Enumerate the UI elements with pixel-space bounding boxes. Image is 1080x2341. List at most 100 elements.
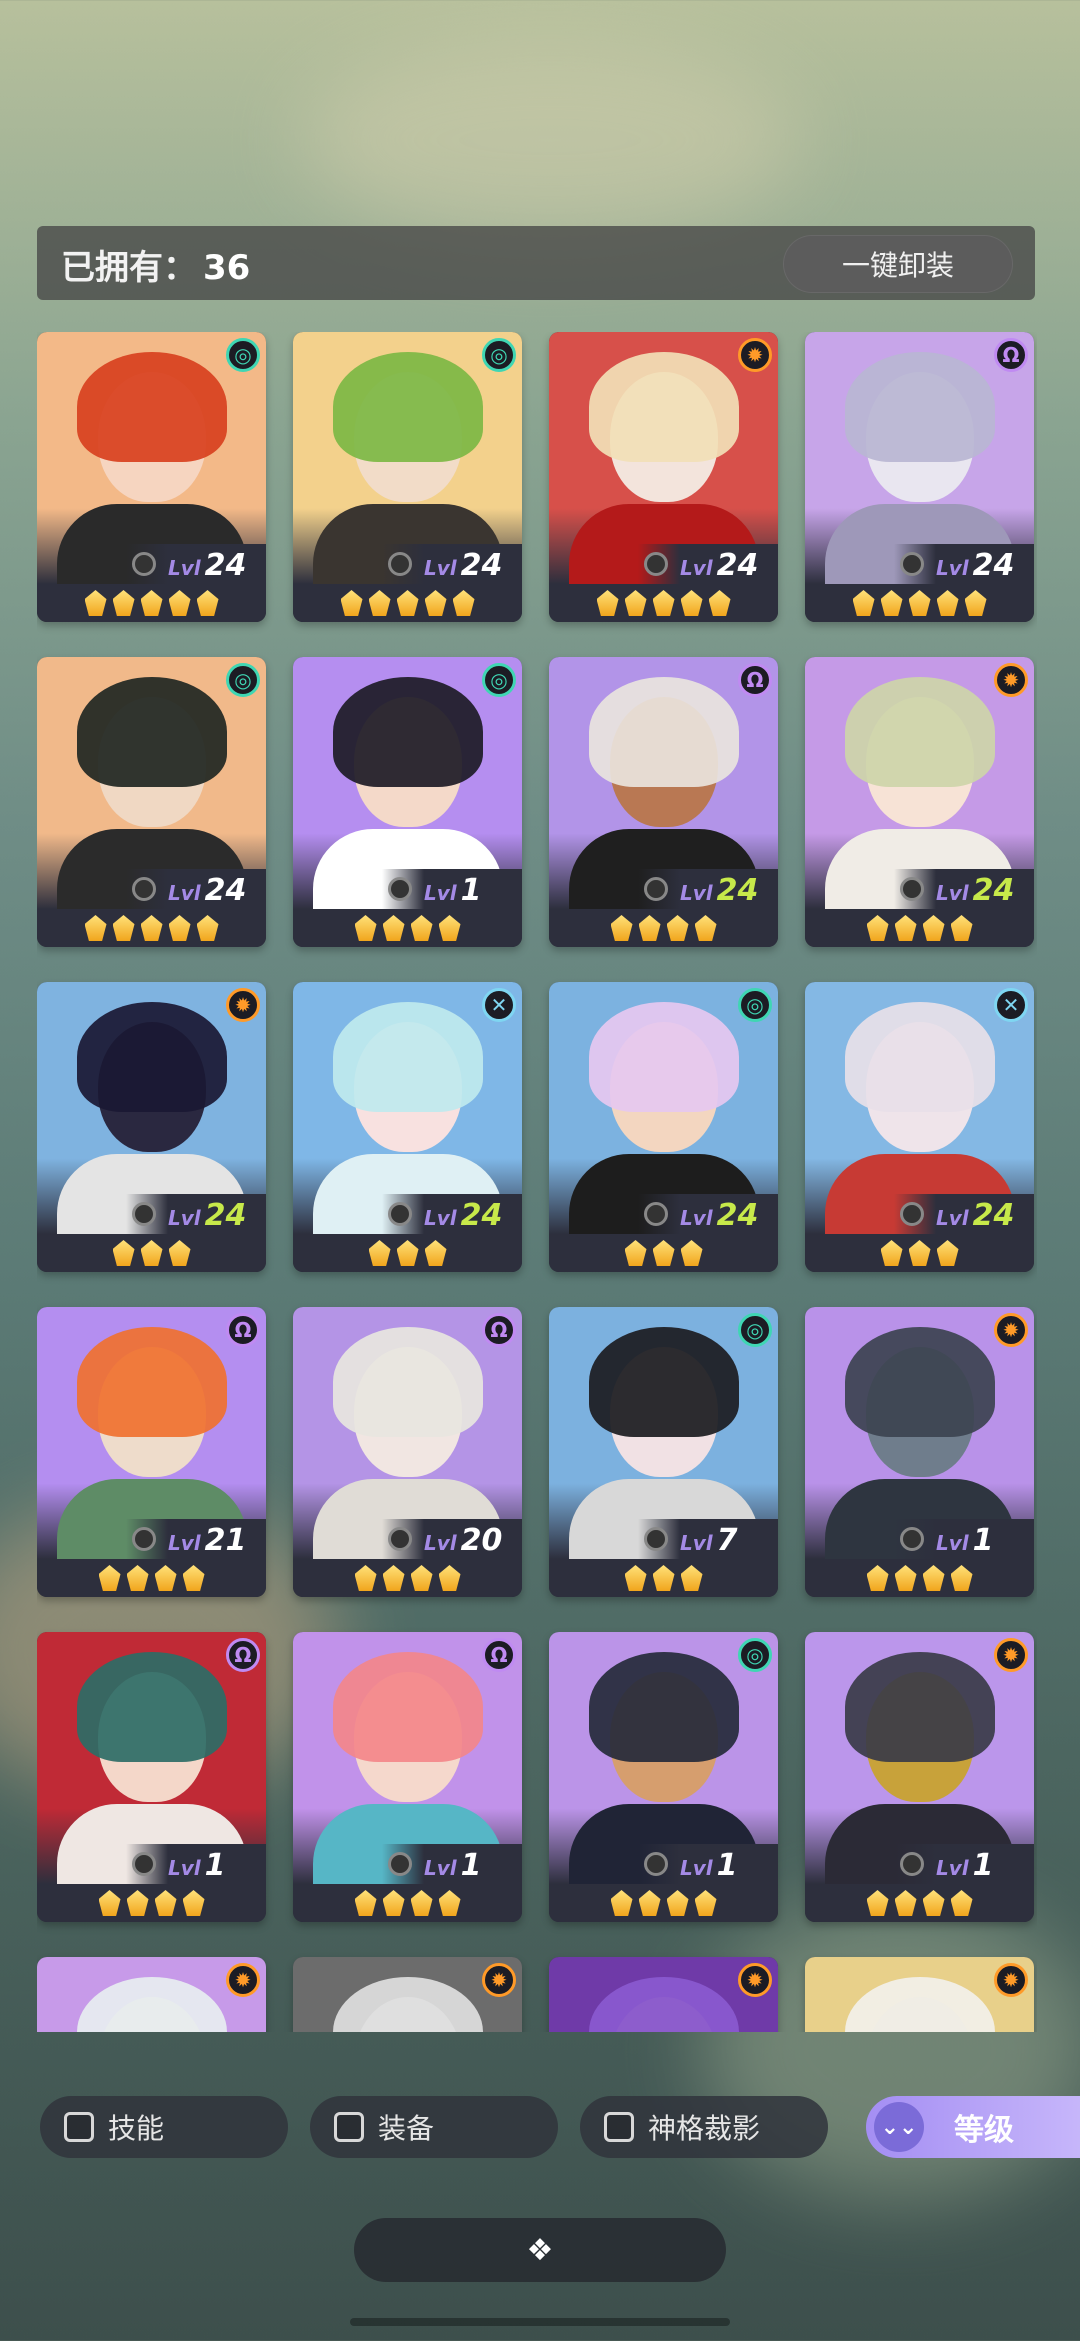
star-icon — [922, 1565, 945, 1591]
level-text: Lvl 24 — [680, 548, 758, 583]
level-number: 24 — [972, 873, 1015, 908]
filter-skill-label: 技能 — [108, 2112, 165, 2145]
star-icon — [410, 1890, 433, 1916]
divine-shadow-checkbox[interactable] — [604, 2112, 634, 2142]
character-card[interactable]: ✹ Lvl 24 — [549, 332, 778, 622]
star-icon — [382, 1890, 405, 1916]
level-prefix: Lvl — [936, 556, 969, 580]
character-card[interactable]: Ω Lvl 20 — [293, 1307, 522, 1597]
level-text: Lvl 1 — [680, 1848, 738, 1883]
level-prefix: Lvl — [168, 1531, 201, 1555]
character-card[interactable]: ✹ — [805, 1957, 1034, 2032]
level-number: 1 — [460, 873, 482, 908]
star-icon — [638, 1890, 661, 1916]
character-card[interactable]: ✹ — [549, 1957, 778, 2032]
level-text: Lvl 24 — [424, 1198, 502, 1233]
star-icon — [168, 915, 191, 941]
level-text: Lvl 24 — [680, 1198, 758, 1233]
level-prefix: Lvl — [424, 1206, 457, 1230]
character-card[interactable]: ✹ Lvl 1 — [805, 1632, 1034, 1922]
character-card[interactable]: ◎ Lvl 1 — [549, 1632, 778, 1922]
star-icon — [694, 1890, 717, 1916]
character-card[interactable]: ✹ Lvl 1 — [805, 1307, 1034, 1597]
level-strip: Lvl 1 — [126, 1844, 266, 1884]
equipment-checkbox[interactable] — [334, 2112, 364, 2142]
character-card[interactable]: ✕ Lvl 24 — [293, 982, 522, 1272]
star-icon — [84, 915, 107, 941]
star-icon — [154, 1565, 177, 1591]
wind-element-icon: ◎ — [226, 338, 260, 372]
character-card[interactable]: Ω Lvl 24 — [805, 332, 1034, 622]
sun-element-icon: ✹ — [994, 663, 1028, 697]
level-strip: Lvl 1 — [894, 1519, 1034, 1559]
filter-skill-chip[interactable]: 技能 — [40, 2096, 288, 2158]
star-icon — [438, 1565, 461, 1591]
character-card[interactable]: ✹ — [293, 1957, 522, 2032]
equipment-ring-icon — [644, 877, 668, 901]
level-number: 24 — [460, 1198, 503, 1233]
level-text: Lvl 24 — [680, 873, 758, 908]
unequip-all-button[interactable]: 一键卸装 — [783, 235, 1013, 293]
level-prefix: Lvl — [424, 1856, 457, 1880]
bottom-tab-button[interactable]: ❖ — [354, 2218, 726, 2282]
diamond-grid-icon: ❖ — [526, 2232, 554, 2268]
star-rating — [37, 1884, 266, 1922]
star-icon — [680, 590, 703, 616]
filter-equipment-label: 装备 — [378, 2112, 435, 2145]
sort-level-label: 等级 — [954, 2113, 1014, 2148]
character-card[interactable]: ◎ Lvl 24 — [549, 982, 778, 1272]
character-card[interactable]: Ω Lvl 1 — [293, 1632, 522, 1922]
star-icon — [950, 1565, 973, 1591]
star-icon — [126, 1565, 149, 1591]
star-icon — [694, 915, 717, 941]
filter-divine-shadow-chip[interactable]: 神格裁影 — [580, 2096, 828, 2158]
character-card[interactable]: ✕ Lvl 24 — [805, 982, 1034, 1272]
star-icon — [182, 1890, 205, 1916]
wind-element-icon: ◎ — [738, 1638, 772, 1672]
character-card[interactable]: ✹ Lvl 24 — [37, 982, 266, 1272]
spirit-element-icon: Ω — [226, 1313, 260, 1347]
level-number: 24 — [716, 1198, 759, 1233]
star-icon — [880, 590, 903, 616]
character-card[interactable]: Ω Lvl 24 — [549, 657, 778, 947]
star-icon — [936, 1240, 959, 1266]
level-strip: Lvl 24 — [894, 544, 1034, 584]
equipment-ring-icon — [900, 1202, 924, 1226]
level-number: 1 — [460, 1848, 482, 1883]
star-icon — [196, 915, 219, 941]
level-strip: Lvl 1 — [894, 1844, 1034, 1884]
character-card[interactable]: ◎ Lvl 24 — [37, 657, 266, 947]
character-card[interactable]: Ω Lvl 1 — [37, 1632, 266, 1922]
level-number: 24 — [972, 548, 1015, 583]
star-icon — [438, 1890, 461, 1916]
star-icon — [866, 1890, 889, 1916]
character-card[interactable]: ◎ Lvl 1 — [293, 657, 522, 947]
character-card[interactable]: ◎ Lvl 7 — [549, 1307, 778, 1597]
spirit-element-icon: Ω — [738, 663, 772, 697]
character-card[interactable]: ✹ — [37, 1957, 266, 2032]
star-rating — [293, 1234, 522, 1272]
level-strip: Lvl 7 — [638, 1519, 778, 1559]
wind-element-icon: ◎ — [738, 988, 772, 1022]
equipment-ring-icon — [388, 1527, 412, 1551]
star-icon — [196, 590, 219, 616]
level-text: Lvl 24 — [168, 873, 246, 908]
sun-element-icon: ✹ — [738, 338, 772, 372]
character-card[interactable]: Ω Lvl 21 — [37, 1307, 266, 1597]
level-strip: Lvl 24 — [894, 869, 1034, 909]
star-icon — [382, 1565, 405, 1591]
star-icon — [340, 590, 363, 616]
sort-level-button[interactable]: ⌄⌄ 等级 — [866, 2096, 1080, 2158]
star-rating — [293, 1559, 522, 1597]
character-card[interactable]: ◎ Lvl 24 — [37, 332, 266, 622]
filter-equipment-chip[interactable]: 装备 — [310, 2096, 558, 2158]
skill-checkbox[interactable] — [64, 2112, 94, 2142]
level-prefix: Lvl — [424, 881, 457, 905]
character-card[interactable]: ✹ Lvl 24 — [805, 657, 1034, 947]
equipment-ring-icon — [388, 1852, 412, 1876]
character-card[interactable]: ◎ Lvl 24 — [293, 332, 522, 622]
level-strip: Lvl 24 — [126, 544, 266, 584]
level-prefix: Lvl — [168, 1206, 201, 1230]
level-number: 7 — [716, 1523, 738, 1558]
sun-element-icon: ✹ — [994, 1313, 1028, 1347]
